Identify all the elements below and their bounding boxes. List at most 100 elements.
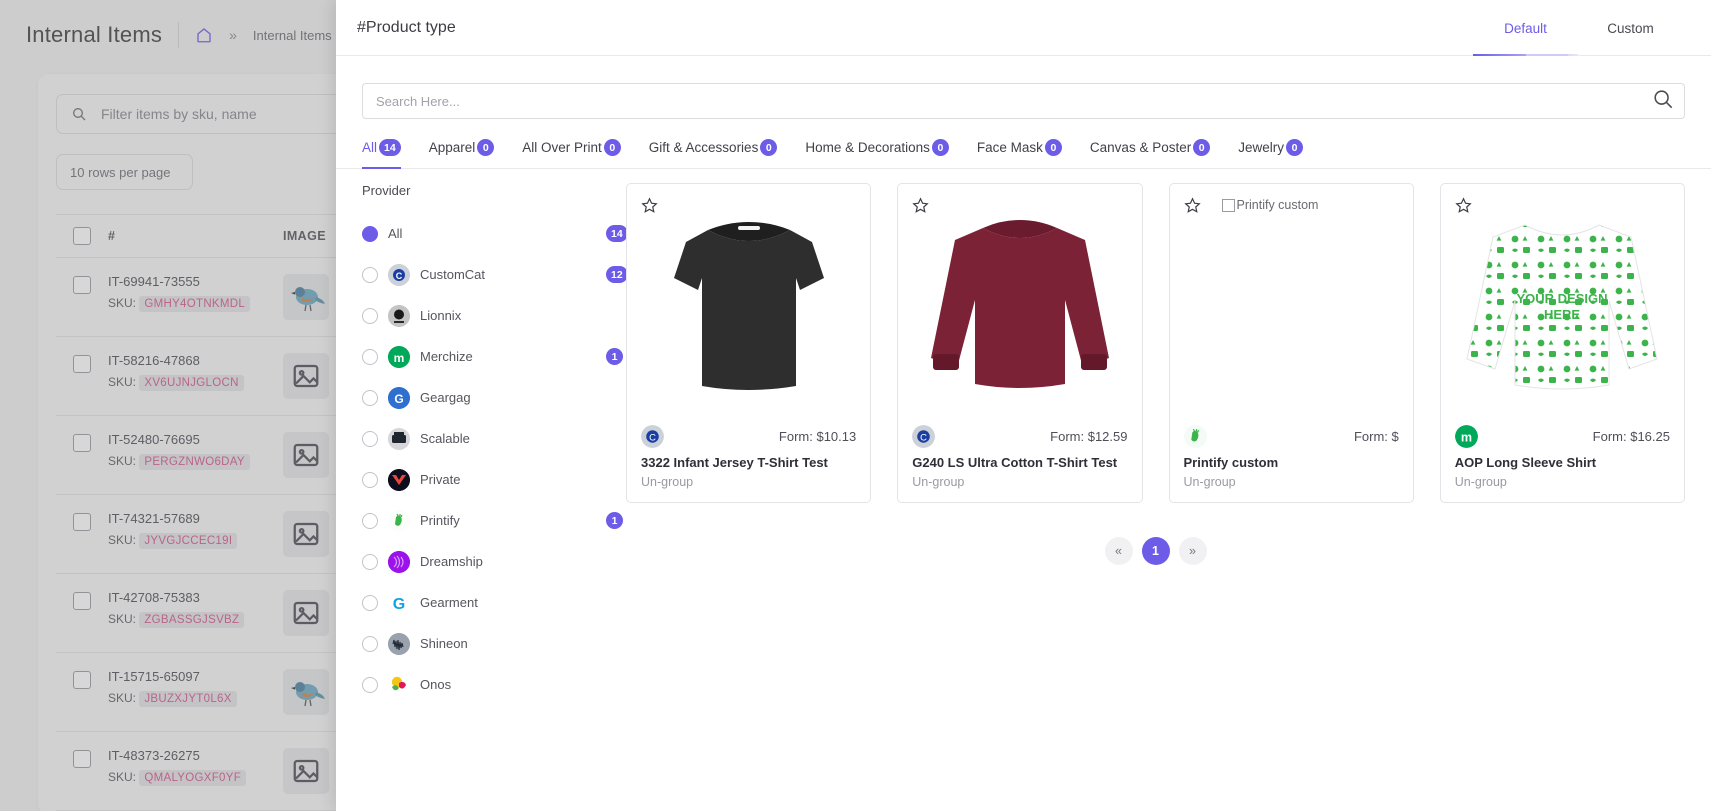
row-checkbox[interactable] [56, 274, 108, 294]
category-badge: 0 [1044, 139, 1062, 156]
row-checkbox[interactable] [56, 511, 108, 531]
provider-item-shineon[interactable]: Shineon [362, 623, 626, 664]
provider-item-lionnix[interactable]: Lionnix [362, 295, 626, 336]
product-image-area[interactable] [627, 184, 870, 417]
provider-count: 1 [606, 512, 623, 529]
select-all-checkbox[interactable] [56, 227, 108, 245]
image-placeholder-icon [293, 443, 319, 467]
product-card[interactable]: Printify custom Form: $ Printify custom … [1168, 183, 1414, 503]
row-checkbox[interactable] [56, 353, 108, 373]
rows-per-page-select[interactable]: 10 rows per page [56, 154, 193, 190]
provider-item-printify[interactable]: Printify 1 [362, 500, 626, 541]
category-tab-home-decorations[interactable]: Home & Decorations 0 [805, 139, 949, 168]
radio-icon[interactable] [362, 266, 378, 283]
provider-item-gearment[interactable]: G Gearment [362, 582, 626, 623]
radio-icon[interactable] [362, 512, 378, 529]
product-price: Form: $16.25 [1592, 428, 1670, 444]
radio-icon[interactable] [362, 635, 378, 652]
pagination-next[interactable]: » [1178, 537, 1207, 565]
provider-item-private[interactable]: Private [362, 459, 626, 500]
category-tab-all-over-print[interactable]: All Over Print 0 [522, 139, 621, 168]
row-thumbnail[interactable] [283, 353, 329, 399]
svg-text:YOUR DESIGN: YOUR DESIGN [1517, 291, 1608, 306]
category-tab-jewelry[interactable]: Jewelry 0 [1238, 139, 1303, 168]
product-price: Form: $10.13 [778, 428, 857, 444]
row-sku: SKU: ZGBASSGJSVBZ [108, 612, 283, 628]
provider-item-scalable[interactable]: Scalable [362, 418, 626, 459]
radio-icon[interactable] [362, 430, 378, 447]
gearment-logo: G [388, 591, 410, 614]
svg-text:C: C [920, 431, 927, 442]
row-checkbox[interactable] [56, 669, 108, 689]
product-card[interactable]: C Form: $10.13 3322 Infant Jersey T-Shir… [626, 183, 872, 503]
tab-default[interactable]: Default [1473, 0, 1578, 56]
svg-text:G: G [394, 392, 403, 406]
provider-item-onos[interactable]: Onos [362, 664, 626, 705]
customcat-logo: C [912, 424, 936, 448]
product-card[interactable]: C Form: $12.59 G240 LS Ultra Cotton T-Sh… [897, 183, 1143, 503]
provider-item-dreamship[interactable]: Dreamship [362, 541, 626, 582]
row-sku: SKU: XV6UJNJGLOCN [108, 375, 283, 391]
row-checkbox[interactable] [56, 590, 108, 610]
category-label: Canvas & Poster [1089, 140, 1192, 155]
category-tab-face-mask[interactable]: Face Mask 0 [977, 139, 1062, 168]
category-tab-apparel[interactable]: Apparel 0 [429, 139, 495, 168]
product-grid-area: C Form: $10.13 3322 Infant Jersey T-Shir… [626, 169, 1711, 811]
black-infant-tshirt [627, 194, 870, 417]
favorite-star-icon[interactable] [1183, 196, 1202, 220]
pagination-prev[interactable]: « [1104, 537, 1133, 565]
favorite-star-icon[interactable] [1454, 196, 1473, 220]
search-icon[interactable] [1652, 88, 1674, 115]
radio-icon[interactable] [362, 594, 378, 611]
radio-icon[interactable] [362, 553, 378, 570]
row-checkbox[interactable] [56, 748, 108, 768]
category-tab-all[interactable]: All 14 [362, 139, 401, 169]
tab-custom[interactable]: Custom [1526, 0, 1683, 56]
provider-item-merchize[interactable]: m Merchize 1 [362, 336, 626, 377]
customcat-logo: C [388, 263, 410, 286]
page-title: Internal Items [26, 22, 163, 47]
row-id: IT-52480-76695 [108, 432, 200, 447]
product-image-area[interactable]: Printify custom [1170, 184, 1413, 417]
product-card[interactable]: YOUR DESIGN HERE m Form: $16.25 AOP Long… [1439, 183, 1685, 503]
radio-icon[interactable] [362, 676, 378, 693]
favorite-star-icon[interactable] [640, 196, 659, 220]
pagination-page-1[interactable]: 1 [1141, 537, 1170, 565]
printify-logo [1183, 424, 1207, 448]
category-tab-gift-accessories[interactable]: Gift & Accessories 0 [649, 139, 778, 168]
category-tab-canvas-poster[interactable]: Canvas & Poster 0 [1089, 139, 1211, 168]
provider-item-geargag[interactable]: G Geargag [362, 377, 626, 418]
search-input[interactable] [376, 93, 1674, 109]
row-thumbnail[interactable] [283, 274, 329, 320]
favorite-star-icon[interactable] [911, 196, 930, 220]
radio-icon[interactable] [362, 225, 378, 242]
category-tabs: All 14 Apparel 0 All Over Print 0 Gift &… [336, 119, 1711, 169]
row-checkbox[interactable] [56, 432, 108, 452]
row-id: IT-48373-26275 [108, 748, 200, 763]
radio-icon[interactable] [362, 471, 378, 488]
breadcrumb[interactable]: Internal Items [253, 28, 332, 43]
row-thumbnail[interactable] [283, 432, 329, 478]
geargag-logo: G [388, 386, 410, 409]
sku-chip: JBUZXJYT0L6X [139, 691, 237, 707]
radio-icon[interactable] [362, 307, 378, 324]
row-thumbnail[interactable] [283, 511, 329, 557]
row-thumbnail[interactable] [283, 590, 329, 636]
maroon-long-sleeve-shirt [898, 194, 1141, 417]
provider-count: 14 [606, 225, 628, 242]
product-image-area[interactable] [898, 184, 1141, 417]
product-image-area[interactable]: YOUR DESIGN HERE [1441, 184, 1684, 417]
product-grid: C Form: $10.13 3322 Infant Jersey T-Shir… [626, 183, 1685, 503]
radio-icon[interactable] [362, 348, 378, 365]
row-thumbnail[interactable] [283, 669, 329, 715]
provider-item-customcat[interactable]: C CustomCat 12 [362, 254, 628, 295]
printify-logo [388, 509, 410, 532]
radio-icon[interactable] [362, 389, 378, 406]
row-thumbnail[interactable] [283, 748, 329, 794]
row-id: IT-15715-65097 [108, 669, 200, 684]
sku-chip: XV6UJNJGLOCN [139, 375, 244, 391]
provider-item-all[interactable]: All 14 [362, 213, 628, 254]
home-icon[interactable] [195, 26, 213, 44]
drawer-search[interactable] [362, 83, 1685, 119]
product-price: Form: $12.59 [1050, 428, 1128, 444]
